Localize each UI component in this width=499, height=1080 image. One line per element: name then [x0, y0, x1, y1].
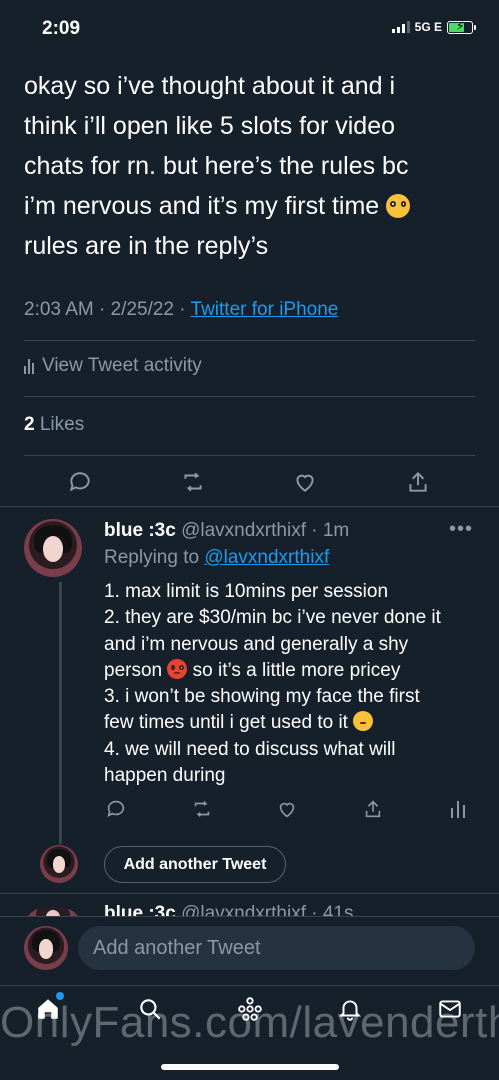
likes-count-link[interactable]: 2 Likes	[24, 414, 84, 436]
tweet-action-bar	[66, 468, 432, 496]
reply-header: blue :3c @lavxndxrthixf · 1m	[104, 520, 349, 542]
tweet-source-link[interactable]: Twitter for iPhone	[191, 299, 339, 320]
reply-line-text: so it’s a little more pricey	[187, 659, 401, 681]
reply-line: and i’m nervous and generally a shy	[104, 633, 409, 655]
reply-author-name[interactable]: blue :3c	[104, 520, 176, 541]
angry-emoji-icon	[167, 658, 188, 679]
avatar	[40, 845, 78, 883]
reply-author-handle: @lavxndxrthixf · 41s	[175, 903, 354, 917]
divider	[0, 506, 499, 507]
reply-line: happen during	[104, 765, 226, 787]
reply-line: person so it’s a little more pricey	[104, 658, 484, 684]
status-time: 2:09	[42, 18, 81, 39]
replying-to: Replying to @lavxndxrthixf	[104, 547, 329, 569]
like-icon[interactable]	[291, 468, 319, 496]
share-icon[interactable]	[404, 468, 432, 496]
reply-time: · 1m	[305, 520, 350, 541]
retweet-icon[interactable]	[179, 468, 207, 496]
battery-icon: ⚡	[447, 19, 476, 34]
tweet-line: rules are in the reply’s	[24, 232, 269, 260]
home-indicator[interactable]	[161, 1064, 339, 1070]
divider	[24, 396, 475, 397]
reply-line: 2. they are $30/min bc i’ve never done i…	[104, 607, 441, 629]
avatar	[24, 926, 68, 970]
reply-text: 1. max limit is 10mins per session 2. th…	[104, 579, 484, 789]
next-reply-header: blue :3c @lavxndxrthixf · 41s	[104, 903, 354, 917]
reply-author-handle[interactable]: @lavxndxrthixf	[181, 520, 306, 541]
tweet-timestamp: 2:03 AM · 2/25/22 ·	[24, 299, 191, 320]
tweet-line: okay so i’ve thought about it and i	[24, 72, 396, 100]
status-indicators: 5G E ⚡	[391, 19, 476, 34]
divider	[0, 893, 499, 894]
reply-icon[interactable]	[102, 795, 130, 823]
like-icon[interactable]	[273, 795, 301, 823]
reply-line: 4. we will need to discuss what will	[104, 738, 396, 760]
reply-line: 3. i won’t be showing my face the first	[104, 686, 420, 708]
tweet-line: i’m nervous and it’s my first time	[24, 186, 484, 226]
likes-label: Likes	[39, 414, 85, 435]
more-options-icon[interactable]: •••	[449, 518, 473, 541]
tweet-line: chats for rn. but here’s the rules bc	[24, 152, 409, 180]
flushed-emoji-icon	[386, 194, 411, 218]
share-icon[interactable]	[359, 795, 387, 823]
reply-icon[interactable]	[66, 468, 94, 496]
add-another-tweet-button[interactable]: Add another Tweet	[104, 846, 286, 883]
confounded-emoji-icon	[353, 711, 374, 732]
reply-line: 1. max limit is 10mins per session	[104, 581, 389, 602]
compose-input[interactable]: Add another Tweet	[78, 926, 475, 970]
watermark: OnlyFans.com/lavenderthief	[0, 998, 499, 1047]
divider	[24, 455, 475, 456]
likes-count: 2	[24, 414, 35, 435]
analytics-icon	[24, 358, 34, 374]
view-tweet-activity-link[interactable]: View Tweet activity	[24, 355, 202, 377]
replying-prefix: Replying to	[104, 547, 205, 568]
tweet-text: okay so i’ve thought about it and i thin…	[24, 66, 484, 266]
reply-line-text: person	[104, 659, 163, 681]
status-bar: 2:09 5G E ⚡	[0, 0, 499, 56]
tweet-line: think i’ll open like 5 slots for video	[24, 112, 396, 140]
retweet-icon[interactable]	[188, 795, 216, 823]
reply-author-name: blue :3c	[104, 903, 176, 917]
tweet-meta: 2:03 AM · 2/25/22 · Twitter for iPhone	[24, 299, 338, 321]
avatar[interactable]	[24, 519, 82, 577]
analytics-icon[interactable]	[444, 795, 472, 823]
network-type: 5G E	[414, 20, 442, 34]
thread-line	[59, 582, 62, 844]
cellular-signal-icon	[391, 21, 410, 33]
tweet-line-text: i’m nervous and it’s my first time	[24, 192, 380, 220]
reply-line-text: few times until i get used to it	[104, 712, 348, 734]
divider	[24, 340, 475, 341]
reply-line: few times until i get used to it	[104, 710, 484, 736]
reply-action-bar	[102, 795, 472, 823]
activity-label: View Tweet activity	[42, 355, 202, 376]
replying-to-handle[interactable]: @lavxndxrthixf	[204, 547, 329, 568]
